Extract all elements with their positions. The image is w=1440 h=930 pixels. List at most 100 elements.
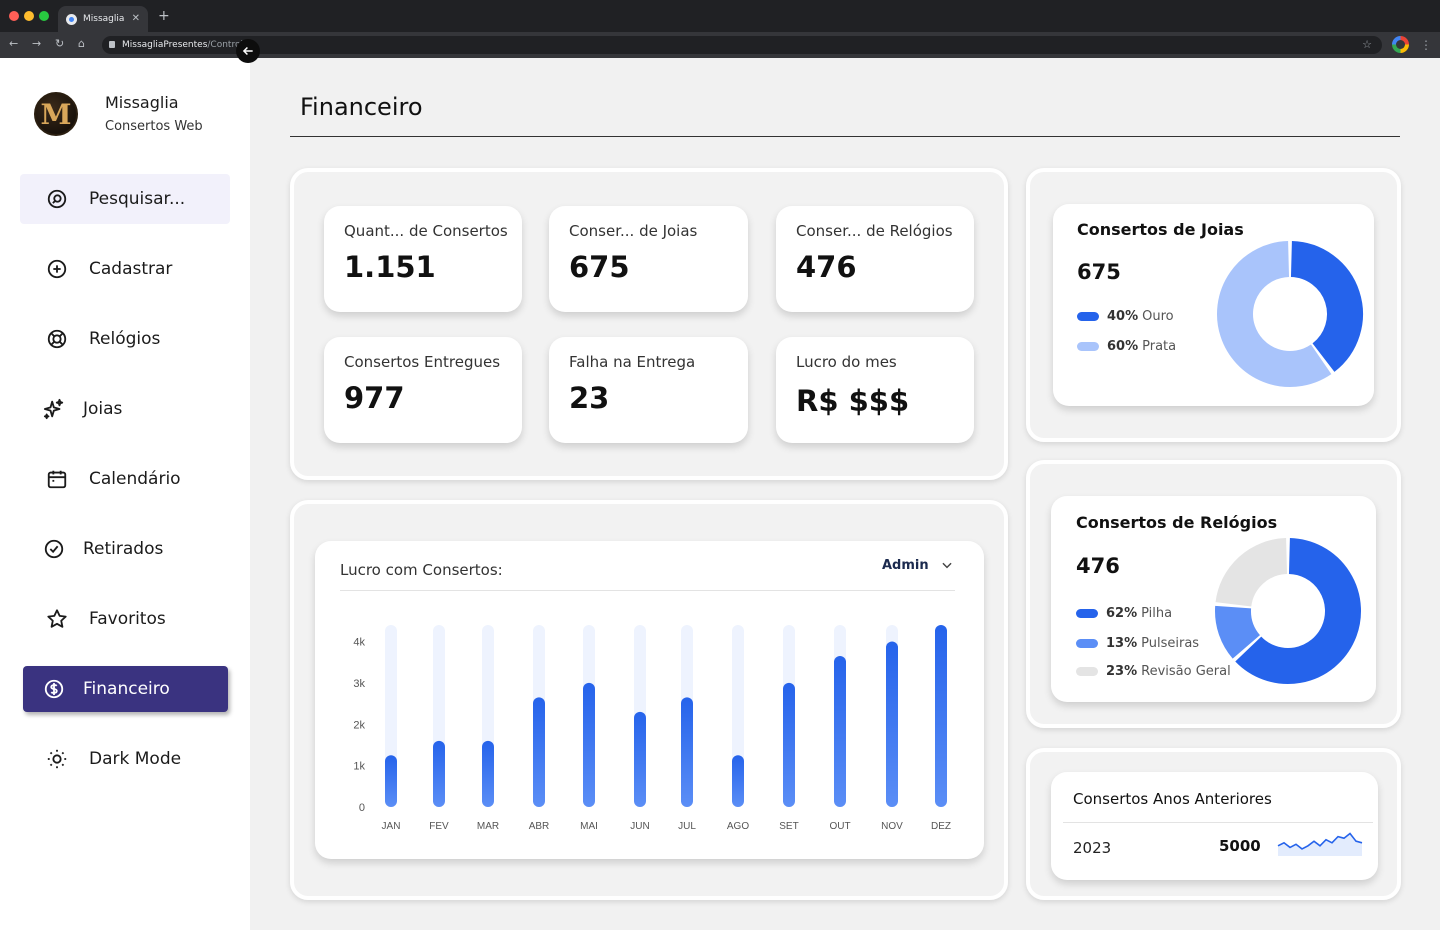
address-bar[interactable]: MissagliaPresentes/Controle ☆ xyxy=(102,36,1382,54)
forward-icon[interactable]: → xyxy=(32,37,41,50)
stat-card-consertos: Quant... de Consertos 1.151 xyxy=(324,206,522,312)
reload-icon[interactable]: ↻ xyxy=(55,37,64,50)
plus-circle-icon xyxy=(45,257,69,281)
legend-label: Pilha xyxy=(1141,606,1173,621)
bar[interactable] xyxy=(783,682,795,807)
browser-toolbar: ← → ↻ ⌂ MissagliaPresentes/Controle ☆ xyxy=(0,32,1440,58)
relogios-total: 476 xyxy=(1076,554,1120,578)
sidebar-item-favoritos[interactable]: Favoritos xyxy=(20,594,230,644)
sidebar-item-label: Pesquisar... xyxy=(89,189,186,209)
bar[interactable] xyxy=(482,740,494,807)
legend-pct: 13% xyxy=(1106,636,1138,651)
bar[interactable] xyxy=(732,755,744,807)
bar[interactable] xyxy=(886,641,898,807)
collapse-sidebar-button[interactable] xyxy=(236,39,260,63)
legend-item-prata: 60% Prata xyxy=(1077,339,1176,354)
bookmark-star-icon[interactable]: ☆ xyxy=(1362,38,1372,51)
x-tick-label: SET xyxy=(779,821,798,832)
legend-pct: 40% xyxy=(1107,309,1139,324)
x-tick-label: DEZ xyxy=(931,821,951,832)
joias-donut-chart xyxy=(1217,241,1363,387)
stat-value: 476 xyxy=(796,250,857,284)
stat-value: 675 xyxy=(569,250,630,284)
sidebar-item-relogios[interactable]: Relógios xyxy=(20,314,230,364)
legend-item-pulseiras: 13% Pulseiras xyxy=(1076,636,1199,651)
sidebar-item-cadastrar[interactable]: Cadastrar xyxy=(20,244,230,294)
sidebar-item-calendario[interactable]: Calendário xyxy=(20,454,230,504)
back-icon[interactable]: ← xyxy=(9,37,18,50)
legend-item-pilha: 62% Pilha xyxy=(1076,606,1172,621)
stat-label: Lucro do mes xyxy=(796,353,897,371)
browser-menu-icon[interactable]: ⋮ xyxy=(1420,38,1432,52)
sidebar-item-retirados[interactable]: Retirados xyxy=(20,524,230,574)
new-tab-icon[interactable]: + xyxy=(158,8,170,24)
legend-swatch xyxy=(1076,667,1098,676)
stat-card-falha: Falha na Entrega 23 xyxy=(549,337,748,443)
stat-value: 23 xyxy=(569,381,610,415)
sparkline-chart xyxy=(1277,832,1363,856)
stat-value: R$ $$$ xyxy=(796,384,910,418)
window-maximize-button[interactable] xyxy=(39,11,49,21)
sidebar-item-pesquisar[interactable]: Pesquisar... xyxy=(20,174,230,224)
stat-value: 1.151 xyxy=(344,250,436,284)
stat-label: Quant... de Consertos xyxy=(344,222,508,240)
bar[interactable] xyxy=(834,656,846,807)
brand-subtitle: Consertos Web xyxy=(105,119,203,134)
search-icon xyxy=(45,187,69,211)
x-tick-label: NOV xyxy=(881,821,903,832)
window-minimize-button[interactable] xyxy=(24,11,34,21)
legend-swatch xyxy=(1077,312,1099,321)
sidebar-item-financeiro[interactable]: Financeiro xyxy=(23,666,228,712)
legend-label: Pulseiras xyxy=(1141,636,1200,651)
sidebar-item-joias[interactable]: Joias xyxy=(20,384,230,434)
x-tick-label: ABR xyxy=(529,821,550,832)
legend-item-ouro: 40% Ouro xyxy=(1077,309,1174,324)
x-tick-label: MAI xyxy=(580,821,598,832)
donut-slice[interactable] xyxy=(1215,538,1288,608)
stat-label: Consertos Entregues xyxy=(344,353,501,371)
relogios-card: Consertos de Relógios 476 62% Pilha 13% … xyxy=(1051,496,1376,702)
sidebar-item-label: Financeiro xyxy=(83,679,170,699)
close-tab-icon[interactable]: ✕ xyxy=(132,13,140,24)
bar[interactable] xyxy=(533,697,545,807)
previous-years-title: Consertos Anos Anteriores xyxy=(1073,790,1272,808)
x-tick-label: JUL xyxy=(678,821,696,832)
tab-title: Missaglia xyxy=(83,14,125,24)
watch-icon xyxy=(45,327,69,351)
logo-letter: M xyxy=(40,97,72,131)
stats-panel: Quant... de Consertos 1.151 Conser... de… xyxy=(290,168,1008,480)
sparkles-icon xyxy=(42,397,66,421)
bar[interactable] xyxy=(433,740,445,807)
brand-logo: M xyxy=(34,92,78,136)
bar[interactable] xyxy=(583,682,595,807)
donut-slice[interactable] xyxy=(1215,605,1261,659)
home-icon[interactable]: ⌂ xyxy=(78,37,85,50)
stat-card-lucro: Lucro do mes R$ $$$ xyxy=(776,337,974,443)
y-tick-label: 4k xyxy=(353,637,365,649)
x-tick-label: AGO xyxy=(727,821,749,832)
window-close-button[interactable] xyxy=(9,11,19,21)
y-tick-label: 0 xyxy=(359,802,365,814)
previous-year-label: 2023 xyxy=(1073,839,1112,857)
page-title: Financeiro xyxy=(300,93,423,121)
bar[interactable] xyxy=(385,755,397,807)
donut-slice[interactable] xyxy=(1290,241,1363,372)
bar[interactable] xyxy=(634,711,646,807)
joias-total: 675 xyxy=(1077,260,1121,284)
bar[interactable] xyxy=(935,625,947,807)
y-tick-label: 2k xyxy=(353,719,365,731)
bar[interactable] xyxy=(681,697,693,807)
stat-label: Falha na Entrega xyxy=(569,353,696,371)
sidebar-item-dark-mode[interactable]: Dark Mode xyxy=(20,734,230,784)
joias-card: Consertos de Joias 675 40% Ouro 60% Prat… xyxy=(1053,204,1374,406)
google-account-icon[interactable] xyxy=(1392,36,1409,53)
stat-card-relogios: Conser... de Relógios 476 xyxy=(776,206,974,312)
url-host: MissagliaPresentes xyxy=(122,40,208,50)
joias-panel: Consertos de Joias 675 40% Ouro 60% Prat… xyxy=(1026,168,1401,442)
legend-label: Ouro xyxy=(1142,309,1174,324)
sidebar: M Missaglia Consertos Web Pesquisar... C… xyxy=(0,58,250,930)
dollar-circle-icon xyxy=(42,677,66,701)
browser-tab[interactable]: Missaglia ✕ xyxy=(58,6,148,32)
relogios-donut-chart xyxy=(1215,538,1361,684)
stat-label: Conser... de Relógios xyxy=(796,222,953,240)
